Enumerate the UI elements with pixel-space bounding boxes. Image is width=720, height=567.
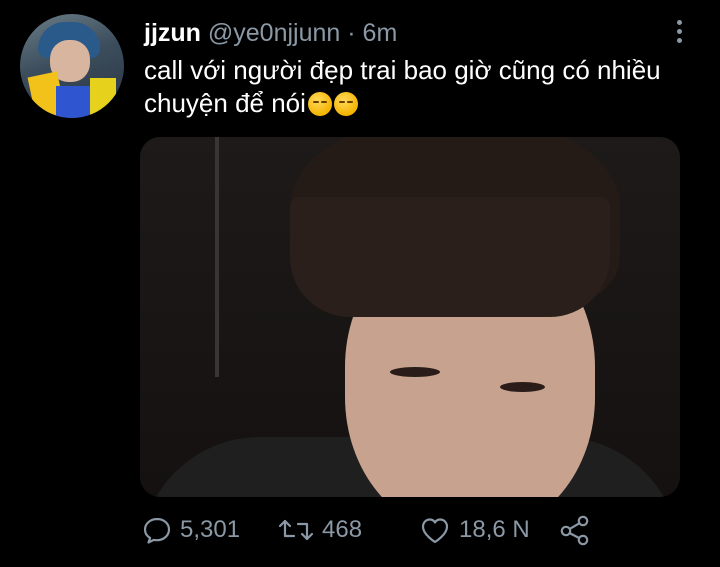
relieved-face-icon bbox=[333, 92, 358, 116]
tweet-text-block: call với người đẹp trai bao giờ cũng có … bbox=[144, 54, 684, 120]
retweet-icon bbox=[278, 515, 314, 545]
share-button[interactable] bbox=[558, 510, 592, 550]
reply-icon bbox=[142, 515, 172, 545]
reply-count: 5,301 bbox=[180, 516, 241, 543]
pensive-face-icon bbox=[307, 92, 332, 116]
tweet-media-image[interactable] bbox=[140, 137, 680, 497]
avatar[interactable] bbox=[20, 14, 124, 118]
more-options-icon[interactable] bbox=[674, 20, 684, 46]
user-handle[interactable]: @ye0njjunn bbox=[208, 19, 340, 47]
like-count: 18,6 N bbox=[459, 516, 530, 543]
share-icon bbox=[558, 514, 592, 546]
reply-button[interactable]: 5,301 bbox=[142, 510, 240, 550]
like-button[interactable]: 18,6 N bbox=[419, 510, 530, 550]
display-name[interactable]: jjzun bbox=[144, 19, 201, 47]
retweet-count: 468 bbox=[322, 516, 363, 543]
tweet-header: jjzun @ye0njjunn · 6m bbox=[144, 18, 397, 48]
background-pole bbox=[215, 137, 219, 377]
tweet-text: call với người đẹp trai bao giờ cũng có … bbox=[144, 55, 661, 118]
person-eye-left bbox=[390, 367, 440, 377]
heart-icon bbox=[419, 515, 451, 545]
tweet-time[interactable]: 6m bbox=[363, 19, 398, 47]
avatar-vest-right bbox=[90, 78, 116, 118]
person-eye-right bbox=[500, 382, 545, 392]
separator-dot: · bbox=[347, 19, 356, 47]
person-bangs bbox=[290, 197, 610, 317]
retweet-button[interactable]: 468 bbox=[278, 510, 362, 550]
tweet-actions: 5,301 468 18,6 N bbox=[142, 510, 602, 550]
